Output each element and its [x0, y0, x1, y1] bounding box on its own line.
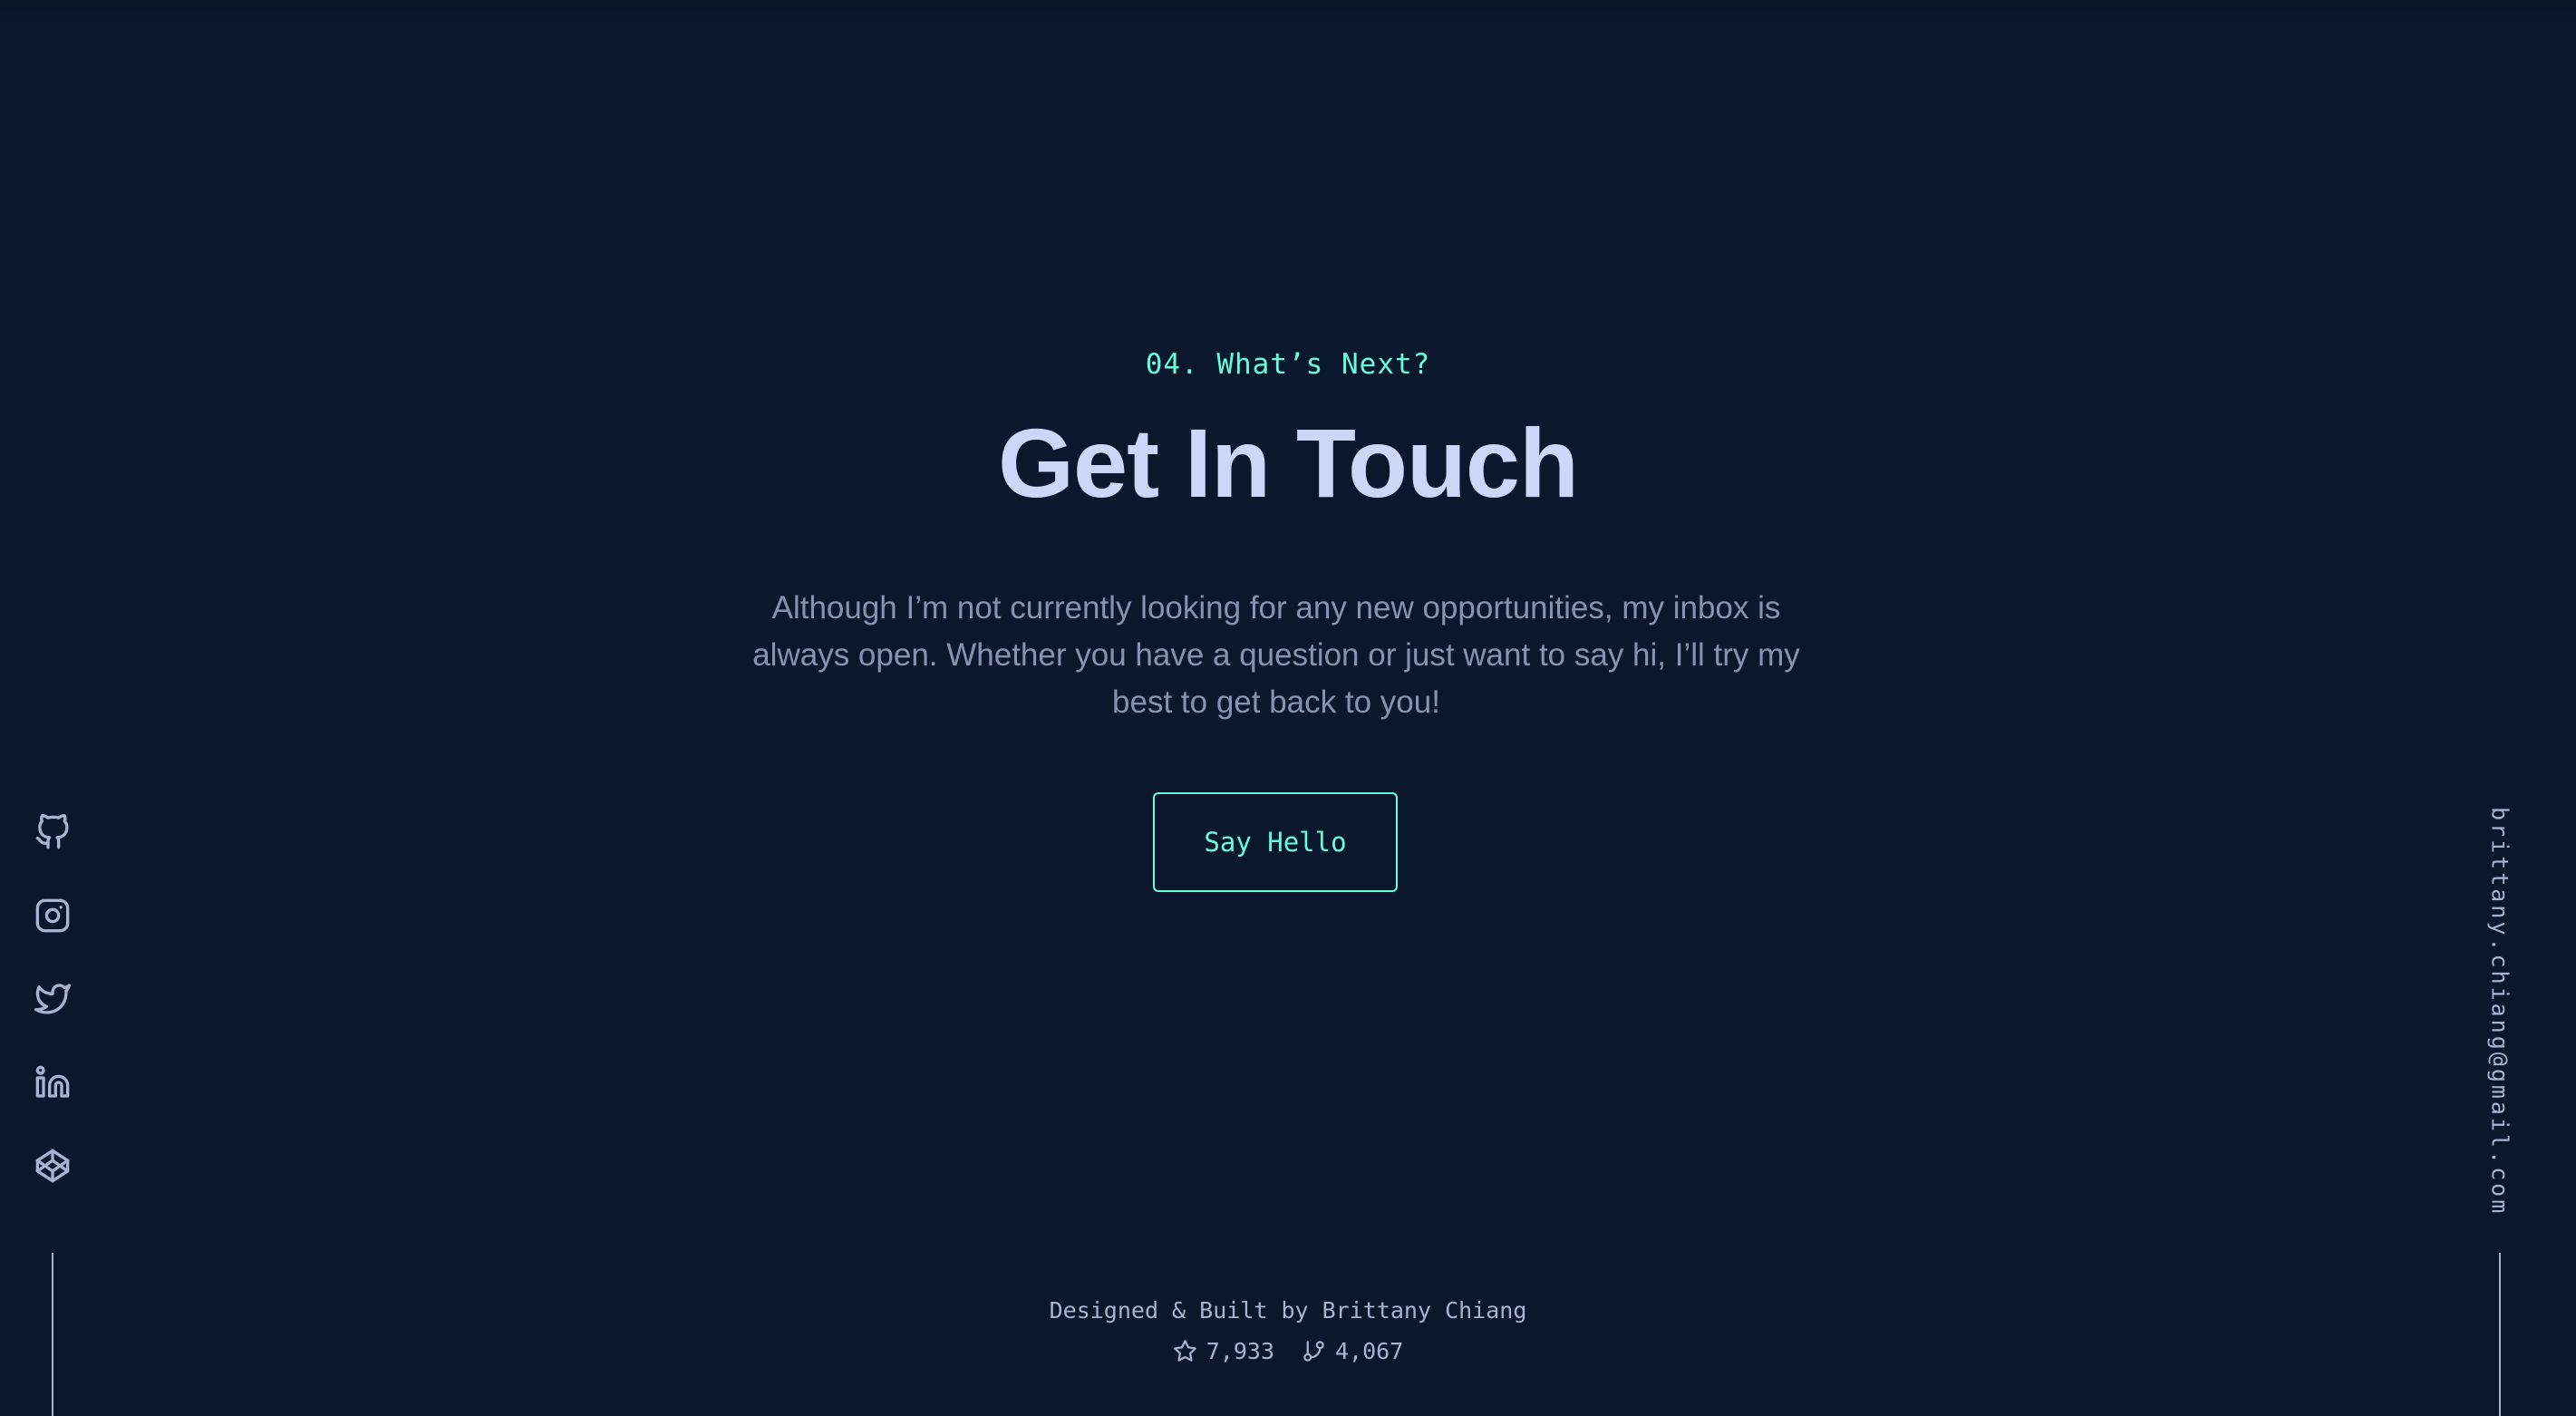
contact-title: Get In Touch — [998, 408, 1579, 518]
instagram-icon — [35, 898, 70, 933]
top-shadow-band — [0, 0, 2576, 27]
social-link-instagram[interactable] — [27, 890, 78, 941]
social-link-codepen[interactable] — [27, 1140, 78, 1191]
star-icon — [1173, 1340, 1196, 1362]
say-hello-button[interactable]: Say Hello — [1153, 792, 1398, 892]
email-column: brittany.chiang@gmail.com — [2474, 807, 2525, 1216]
github-stats: 7,933 4,067 — [0, 1338, 2576, 1364]
footer-credit-link[interactable]: Designed & Built by Brittany Chiang — [0, 1297, 2576, 1324]
codepen-icon — [35, 1149, 70, 1183]
contact-description: Although I’m not currently looking for a… — [752, 590, 1800, 720]
star-count[interactable]: 7,933 — [1173, 1338, 1274, 1364]
social-link-github[interactable] — [27, 807, 78, 858]
fork-icon — [1303, 1341, 1324, 1362]
social-link-twitter[interactable] — [27, 974, 78, 1024]
social-link-linkedin[interactable] — [27, 1057, 78, 1108]
section-overline: 04. What’s Next? — [1145, 348, 1431, 381]
left-vertical-rail — [52, 1253, 53, 1416]
github-icon — [35, 814, 69, 849]
linkedin-icon — [35, 1065, 70, 1098]
twitter-icon — [34, 984, 71, 1014]
star-count-value: 7,933 — [1206, 1338, 1274, 1364]
email-link[interactable]: brittany.chiang@gmail.com — [2487, 807, 2513, 1216]
fork-count-value: 4,067 — [1335, 1338, 1404, 1364]
fork-count[interactable]: 4,067 — [1302, 1338, 1403, 1364]
right-vertical-rail — [2499, 1253, 2501, 1416]
